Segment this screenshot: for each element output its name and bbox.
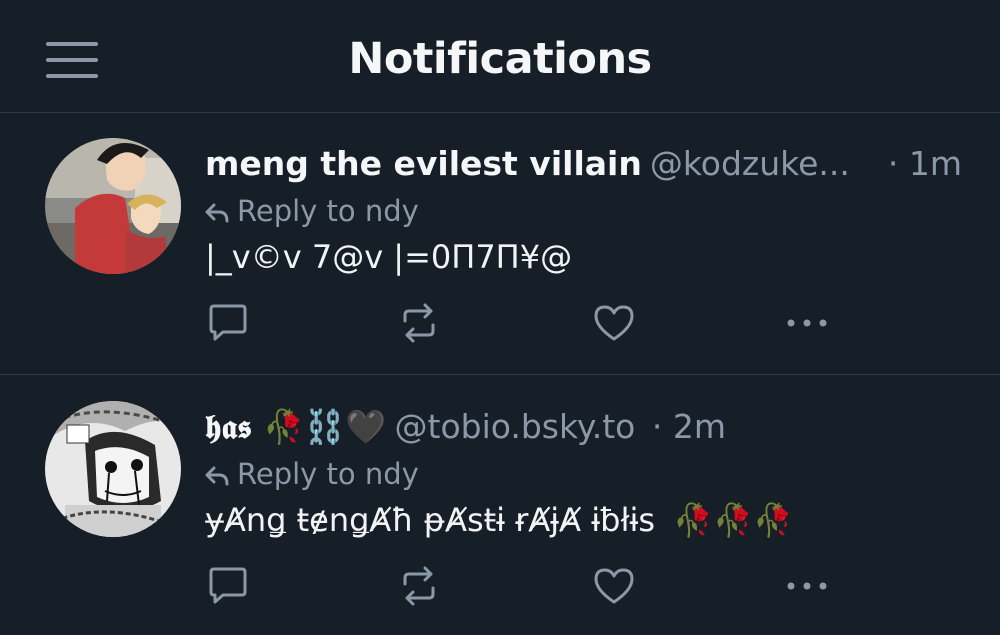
reply-target[interactable]: ndy (365, 457, 419, 491)
reply-prefix: Reply to (237, 457, 356, 491)
post-text-emoji: 🥀🥀🥀 (673, 501, 793, 539)
heart-icon (594, 568, 634, 604)
post-text: |_v©v 7@v |=0Π7Π¥@ (205, 238, 573, 276)
like-button[interactable] (592, 301, 636, 345)
reply-icon (209, 304, 247, 341)
notification-item[interactable]: meng the evilest villain @kodzuke... · 1m… (0, 113, 1000, 375)
more-options-button[interactable] (783, 564, 827, 608)
post-meta: 𝖍𝖆𝖘 🥀⛓️🖤 @tobio.bsky.to · 2m (205, 402, 962, 452)
post-actions (205, 564, 845, 608)
avatar[interactable] (45, 401, 181, 537)
more-options-button[interactable] (783, 301, 827, 345)
post-time: · 1m (887, 144, 962, 183)
reply-context: Reply to ndy (205, 454, 419, 494)
author-name[interactable]: 𝖍𝖆𝖘 🥀⛓️🖤 (205, 407, 387, 446)
page-title: Notifications (348, 34, 652, 84)
post-time: · 2m (651, 407, 727, 446)
heart-icon (594, 305, 634, 341)
avatar[interactable] (45, 138, 181, 274)
like-button[interactable] (592, 564, 636, 608)
repost-icon (403, 303, 435, 343)
author-name-text: 𝖍𝖆𝖘 (205, 407, 252, 446)
post-actions (205, 301, 845, 345)
notification-item[interactable]: 𝖍𝖆𝖘 🥀⛓️🖤 @tobio.bsky.to · 2m Reply to ndy… (0, 376, 1000, 635)
repost-button[interactable] (397, 564, 441, 608)
author-handle[interactable]: @tobio.bsky.to (395, 407, 636, 446)
post-meta: meng the evilest villain @kodzuke... · 1m (205, 139, 962, 189)
reply-prefix: Reply to (237, 194, 356, 228)
post-text-content: ɏȺnǥ ŧɇnǥȺħ ᵽȺsŧɨ ɍȺɉȺ ɨƀłɨs (205, 501, 656, 539)
ellipsis-icon (787, 319, 827, 327)
reply-target[interactable]: ndy (365, 194, 419, 228)
reply-icon (209, 567, 247, 604)
reply-arrow-icon (205, 466, 229, 486)
author-name-emoji: 🥀⛓️🖤 (263, 407, 387, 446)
repost-icon (403, 566, 435, 606)
reply-arrow-icon (205, 203, 229, 223)
ellipsis-icon (787, 582, 827, 590)
author-handle[interactable]: @kodzuke... (650, 144, 850, 183)
reply-context: Reply to ndy (205, 191, 419, 231)
author-name[interactable]: meng the evilest villain (205, 144, 642, 183)
post-text: ɏȺnǥ ŧɇnǥȺħ ᵽȺsŧɨ ɍȺɉȺ ɨƀłɨs 🥀🥀🥀 (205, 498, 793, 542)
reply-button[interactable] (205, 564, 249, 608)
reply-button[interactable] (205, 301, 249, 345)
repost-button[interactable] (397, 301, 441, 345)
top-bar: Notifications (0, 0, 1000, 113)
